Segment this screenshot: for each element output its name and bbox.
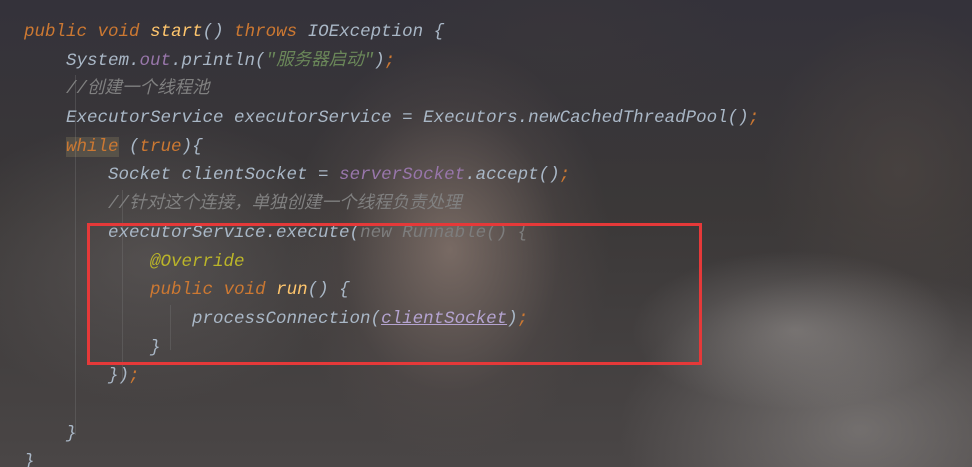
code-token: true	[139, 136, 182, 157]
code-token: System.	[66, 50, 140, 71]
code-token: ){	[181, 136, 203, 157]
code-line[interactable]: while (true){	[24, 133, 759, 162]
code-token: })	[108, 366, 130, 387]
code-line[interactable]: });	[24, 362, 759, 391]
code-token: .println(	[171, 50, 266, 71]
code-line[interactable]: //针对这个连接，单独创建一个线程负责处理	[24, 190, 759, 219]
code-token: ;	[748, 108, 760, 129]
code-token: //针对这个连接，单独创建一个线程负责处理	[108, 194, 462, 215]
code-token: public	[24, 22, 88, 42]
code-token: }	[24, 452, 35, 467]
code-line[interactable]: }	[24, 420, 759, 449]
code-token: out	[139, 50, 172, 71]
code-token: ;	[559, 165, 571, 186]
code-line[interactable]	[24, 391, 759, 420]
code-token: )	[374, 50, 385, 71]
code-line[interactable]: ExecutorService executorService = Execut…	[24, 104, 759, 133]
code-token: (	[118, 136, 140, 157]
code-token: .accept()	[465, 165, 560, 186]
code-token: while	[66, 136, 119, 157]
code-token: ExecutorService executorService = Execut…	[66, 108, 749, 129]
code-token: start	[150, 22, 203, 42]
code-token: ()	[202, 22, 235, 42]
code-token: void	[97, 22, 140, 42]
code-line[interactable]: System.out.println("服务器启动");	[24, 47, 759, 76]
code-token: "服务器启动"	[265, 50, 375, 71]
code-line[interactable]: public void start() throws IOException {	[24, 18, 759, 47]
code-token: ;	[384, 50, 396, 71]
code-token: Socket clientSocket =	[108, 165, 340, 186]
red-highlight-box	[87, 223, 702, 365]
code-token: serverSocket	[339, 165, 466, 186]
code-line[interactable]: //创建一个线程池	[24, 75, 759, 104]
code-token: }	[66, 423, 77, 444]
code-token: throws	[234, 22, 298, 42]
code-token: ;	[129, 366, 140, 387]
code-line[interactable]: Socket clientSocket = serverSocket.accep…	[24, 161, 759, 190]
code-token: IOException {	[297, 22, 445, 42]
code-token: //创建一个线程池	[66, 79, 210, 100]
code-line[interactable]: }	[24, 448, 759, 467]
